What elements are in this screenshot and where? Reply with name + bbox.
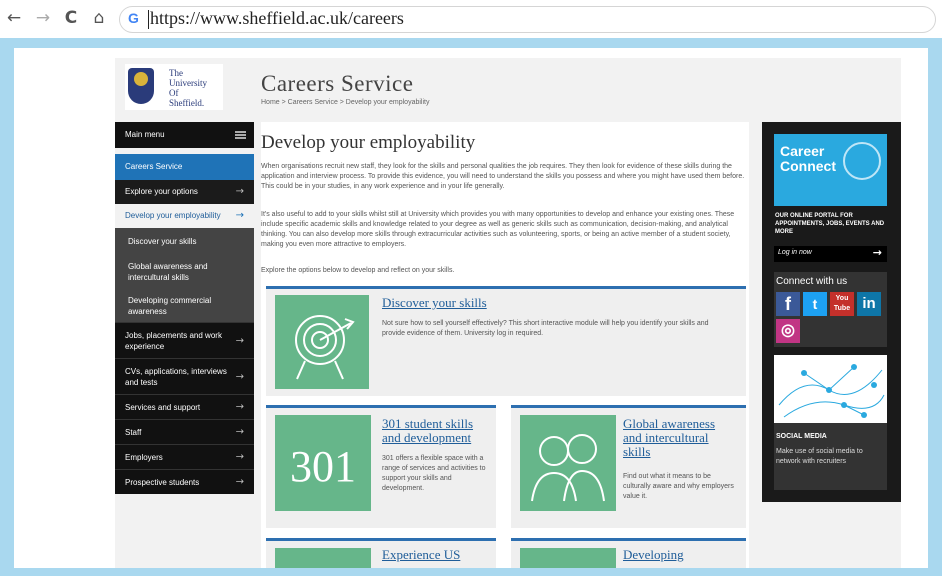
main-menu-button[interactable]: Main menu — [115, 122, 254, 148]
breadcrumb[interactable]: Home > Careers Service > Develop your em… — [261, 99, 429, 106]
connect-panel: Connect with us f t You Tube in ◎ — [774, 272, 887, 347]
card-title[interactable]: Discover your skills — [382, 296, 732, 310]
people-icon — [520, 415, 616, 511]
sidebar-item-develop[interactable]: Develop your employability → — [115, 204, 254, 228]
card-text: Find out what it means to be culturally … — [623, 473, 734, 500]
sidebar-item-explore[interactable]: Explore your options → — [115, 180, 254, 204]
intro-paragraph: When organisations recruit new staff, th… — [261, 163, 745, 190]
service-title[interactable]: Careers Service — [261, 71, 413, 97]
sidebar-item-label: Staff — [125, 427, 142, 437]
sidebar-item-label: Global awareness and intercultural skill… — [128, 262, 208, 282]
arrow-right-icon: → — [235, 401, 244, 413]
sidebar-subitem-global[interactable]: Global awareness and intercultural skill… — [115, 254, 254, 290]
arrow-right-icon: → — [235, 210, 244, 221]
right-column: Career Connect OUR ONLINE PORTAL FOR APP… — [762, 122, 901, 502]
target-icon — [275, 295, 369, 389]
logo-line: Sheffield. — [169, 98, 205, 108]
url-text[interactable]: https://www.sheffield.ac.uk/careers — [150, 8, 404, 29]
sidebar-subitem-discover[interactable]: Discover your skills — [115, 228, 254, 254]
linkedin-icon[interactable]: in — [857, 292, 881, 316]
card-global[interactable]: Global awareness and intercultural skill… — [511, 405, 746, 528]
arrow-right-icon: → — [235, 476, 244, 488]
page-frame: The University Of Sheffield. Careers Ser… — [14, 48, 928, 568]
logo-line: Of — [169, 88, 179, 98]
text-cursor — [148, 10, 149, 29]
twitter-icon[interactable]: t — [803, 292, 827, 316]
career-connect-banner[interactable]: Career Connect — [774, 134, 887, 206]
network-graphic-icon — [774, 355, 887, 423]
address-bar[interactable]: G https://www.sheffield.ac.uk/careers — [119, 6, 936, 33]
page: The University Of Sheffield. Careers Ser… — [115, 58, 901, 568]
card-image — [275, 548, 371, 568]
sidebar-item-label: Developing commercial awareness — [128, 296, 212, 316]
facebook-icon[interactable]: f — [776, 292, 800, 316]
sidebar-item-prospective[interactable]: Prospective students → — [115, 469, 254, 494]
explore-paragraph: Explore the options below to develop and… — [261, 267, 455, 274]
card-developing[interactable]: Developing — [511, 538, 746, 568]
card-title[interactable]: Developing — [623, 548, 733, 562]
number-301-text: 301 — [290, 442, 356, 491]
sidebar-item-label: Services and support — [125, 402, 201, 412]
career-connect-logo-icon — [843, 142, 881, 180]
card-title[interactable]: Global awareness and intercultural skill… — [623, 417, 735, 459]
forward-icon[interactable]: → — [33, 8, 53, 28]
sidebar-item-label: Prospective students — [125, 477, 200, 487]
sidebar-item-label: Discover your skills — [128, 236, 197, 246]
sidebar-item-staff[interactable]: Staff → — [115, 419, 254, 444]
instagram-icon[interactable]: ◎ — [776, 319, 800, 343]
page-title: Develop your employability — [261, 132, 476, 153]
main-content: Develop your employability When organisa… — [261, 122, 749, 568]
arrow-right-icon: → — [235, 186, 244, 197]
logo-line: University — [169, 78, 207, 88]
logo-line: The — [169, 68, 183, 78]
hamburger-icon — [235, 131, 246, 139]
card-title[interactable]: 301 student skills and development — [382, 417, 488, 445]
logo-text: The University Of Sheffield. — [169, 68, 207, 108]
sidebar-item-jobs[interactable]: Jobs, placements and work experience → — [115, 322, 254, 358]
card-text: Not sure how to sell yourself effectivel… — [382, 320, 709, 337]
reload-icon[interactable]: C — [61, 8, 81, 28]
career-connect-title: Career Connect — [780, 143, 836, 174]
card-title[interactable]: Experience US — [382, 548, 492, 562]
arrow-right-icon: → — [235, 451, 244, 463]
skills-paragraph: It's also useful to add to your skills w… — [261, 211, 735, 248]
login-button[interactable]: Log in now → — [774, 246, 887, 262]
card-discover[interactable]: Discover your skills Not sure how to sel… — [266, 286, 746, 396]
number-301-image: 301 — [275, 415, 371, 511]
arrow-right-icon: → — [235, 335, 244, 346]
university-logo[interactable]: The University Of Sheffield. — [125, 64, 223, 110]
arrow-right-icon: → — [235, 426, 244, 438]
social-media-title: SOCIAL MEDIA — [776, 433, 827, 440]
youtube-icon[interactable]: You Tube — [830, 292, 854, 316]
connect-title: Connect with us — [776, 276, 848, 287]
sidebar-item-employers[interactable]: Employers → — [115, 444, 254, 469]
social-media-text: Make use of social media to network with… — [776, 448, 863, 465]
google-icon: G — [128, 10, 139, 26]
back-icon[interactable]: ← — [4, 8, 24, 28]
sidebar-subitem-commercial[interactable]: Developing commercial awareness — [115, 290, 254, 322]
sidebar-item-label: CVs, applications, interviews and tests — [125, 366, 227, 387]
social-media-panel[interactable]: SOCIAL MEDIA Make use of social media to… — [774, 355, 887, 490]
browser-toolbar: ← → C ⌂ G https://www.sheffield.ac.uk/ca… — [0, 0, 942, 38]
card-image — [520, 548, 616, 568]
login-label: Log in now — [778, 249, 812, 256]
sidebar-item-careers-service[interactable]: Careers Service — [115, 154, 254, 180]
sidebar-item-label: Careers Service — [125, 162, 183, 171]
home-icon[interactable]: ⌂ — [89, 8, 109, 28]
arrow-right-icon: → — [235, 371, 244, 382]
sidebar-item-label: Employers — [125, 452, 163, 462]
sidebar-item-services[interactable]: Services and support → — [115, 394, 254, 419]
sidebar-item-label: Explore your options — [125, 187, 198, 196]
card-text: 301 offers a flexible space with a range… — [382, 455, 486, 492]
main-menu-label: Main menu — [125, 130, 165, 139]
card-experience[interactable]: Experience US — [266, 538, 496, 568]
sidebar-item-label: Jobs, placements and work experience — [125, 330, 222, 351]
card-301[interactable]: 301 301 student skills and development 3… — [266, 405, 496, 528]
crest-icon — [128, 68, 154, 104]
arrow-right-icon: → — [872, 246, 882, 259]
sidebar-item-label: Develop your employability — [125, 211, 221, 220]
sidebar-item-cvs[interactable]: CVs, applications, interviews and tests … — [115, 358, 254, 394]
portal-text: OUR ONLINE PORTAL FOR APPOINTMENTS, JOBS… — [775, 213, 885, 235]
sidebar: Main menu Careers Service Explore your o… — [115, 122, 254, 494]
